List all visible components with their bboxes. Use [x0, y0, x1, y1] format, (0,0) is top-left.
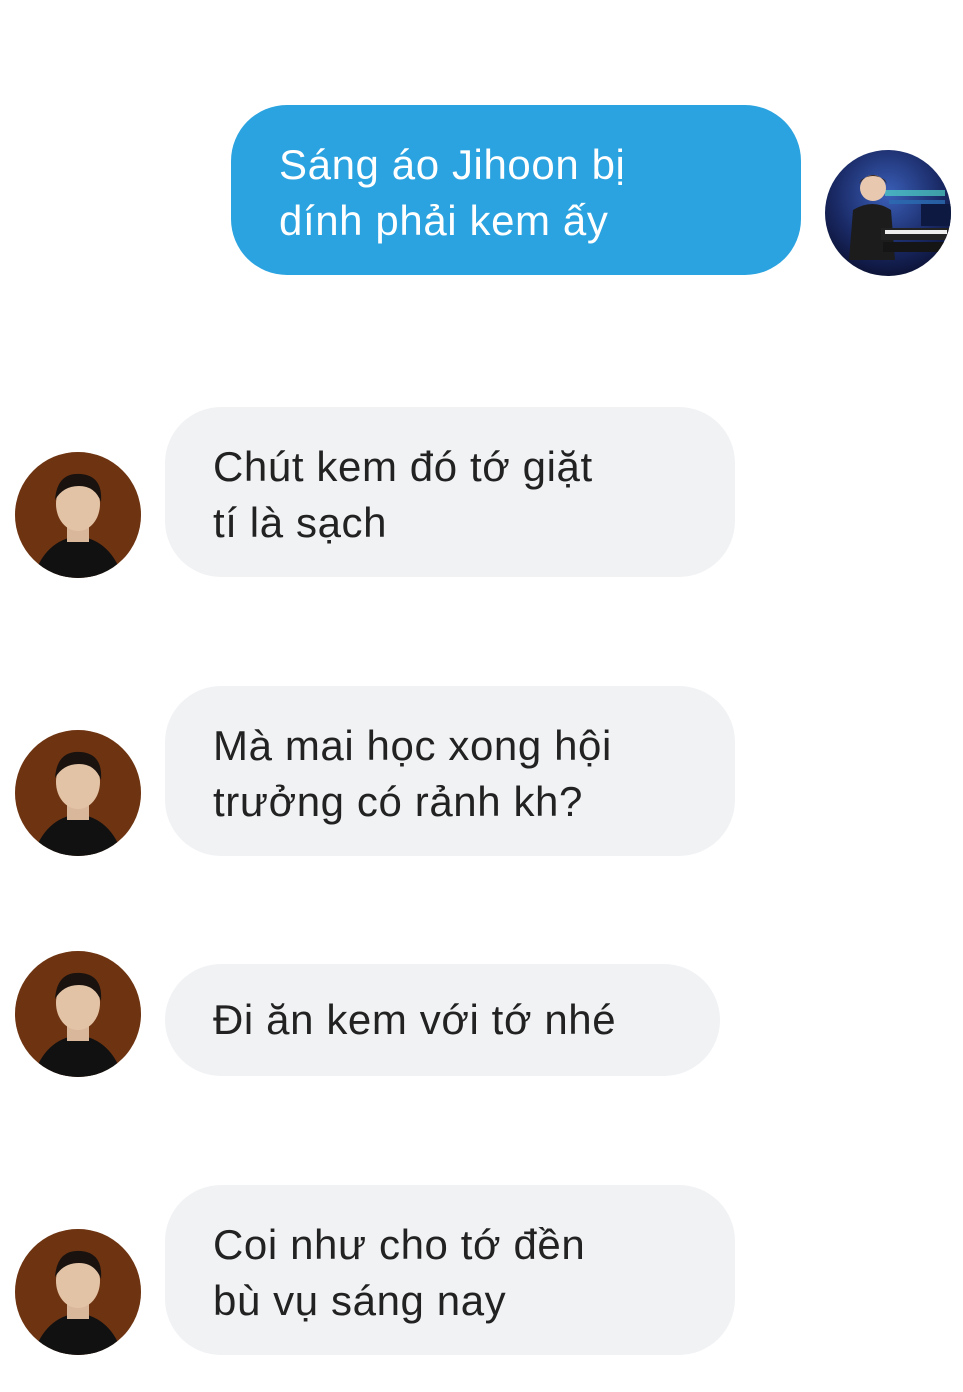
pianist-avatar-icon[interactable]	[825, 150, 951, 276]
contact-avatar-icon[interactable]	[15, 1229, 141, 1355]
message-bubble[interactable]: Mà mai học xong hội trưởng có rảnh kh?	[165, 686, 735, 856]
message-bubble[interactable]: Sáng áo Jihoon bị dính phải kem ấy	[231, 105, 801, 275]
message-bubble[interactable]: Chút kem đó tớ giặt tí là sạch	[165, 407, 735, 577]
contact-avatar-icon[interactable]	[15, 452, 141, 578]
message-bubble[interactable]: Đi ăn kem với tớ nhé	[165, 964, 720, 1076]
contact-avatar-icon[interactable]	[15, 730, 141, 856]
message-bubble[interactable]: Coi như cho tớ đền bù vụ sáng nay	[165, 1185, 735, 1355]
contact-avatar-icon[interactable]	[15, 951, 141, 1077]
